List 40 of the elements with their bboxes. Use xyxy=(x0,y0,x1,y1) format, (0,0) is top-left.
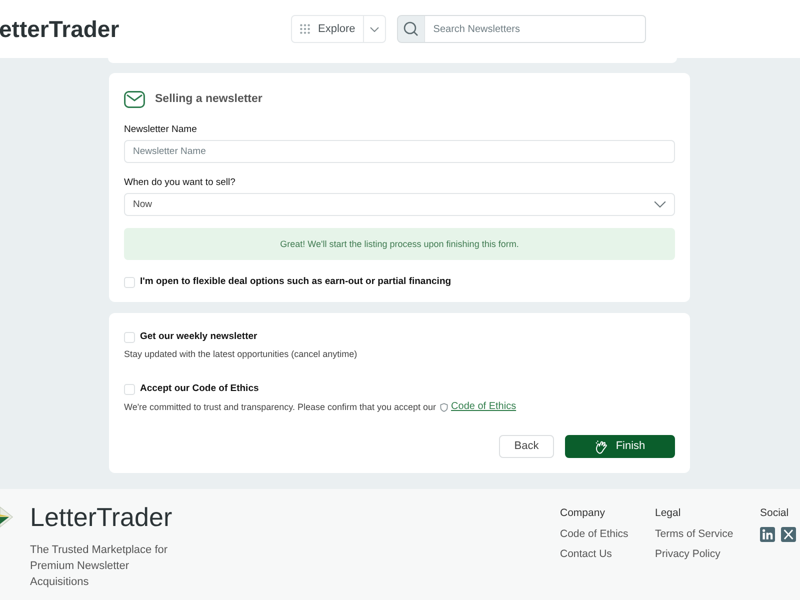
search-icon xyxy=(397,15,426,43)
text-input[interactable]: Newsletter Name xyxy=(124,140,675,163)
logo-icon xyxy=(0,506,13,528)
search-field[interactable]: Search Newsletters xyxy=(425,15,646,43)
logo-text[interactable]: etterTrader xyxy=(0,18,291,40)
footer-link[interactable]: Contact Us xyxy=(560,544,655,564)
chevron-down-icon xyxy=(654,201,666,208)
checkbox[interactable] xyxy=(124,332,135,342)
hand-icon xyxy=(594,440,608,454)
checkbox[interactable] xyxy=(124,276,135,288)
footer-link[interactable]: Code of Ethics xyxy=(560,524,655,544)
chevron-down-icon xyxy=(370,26,380,32)
shield-icon xyxy=(440,402,448,412)
column-heading: Social xyxy=(760,506,790,520)
checkbox-label: Get our weekly newsletter xyxy=(140,331,258,343)
checkbox-label: I'm open to flexible deal options such as earn-out or partial financing xyxy=(140,276,452,288)
card-title: Selling a newsletter xyxy=(155,92,262,107)
field-label: Newsletter Name xyxy=(124,124,198,136)
checkbox-label: Accept our Code of Ethics xyxy=(140,383,259,395)
column-heading: Company xyxy=(560,506,606,520)
linkedin-icon[interactable] xyxy=(760,527,775,542)
description-text: Stay updated with the latest opportunities (cancel anytime) xyxy=(124,348,358,360)
select-field[interactable]: Now xyxy=(124,193,675,216)
tagline-text: The Trusted Marketplace for Premium Newsletter Acquisitions xyxy=(30,543,169,590)
envelope-icon xyxy=(124,91,145,108)
info-notice: Great! We'll start the listing process upon finishing this form. xyxy=(124,228,675,260)
field-label: When do you want to sell? xyxy=(124,177,236,189)
dropdown-button[interactable] xyxy=(363,15,386,43)
column-heading: Legal xyxy=(655,506,682,520)
back-button[interactable]: Back xyxy=(499,435,554,458)
footer-link[interactable]: Terms of Service xyxy=(655,524,760,544)
explore-button[interactable]: Explore xyxy=(291,15,364,43)
description-text: We're committed to trust and transparency. Please confirm that you accept our xyxy=(124,401,436,413)
footer-link[interactable]: Privacy Policy xyxy=(655,544,760,564)
grid-icon xyxy=(300,24,310,34)
checkbox[interactable] xyxy=(124,384,135,394)
logo-text[interactable]: LetterTrader xyxy=(30,505,172,529)
submit-button[interactable]: Finish xyxy=(565,435,675,458)
x-logo-icon[interactable] xyxy=(781,527,796,542)
inline-link[interactable]: Code of Ethics xyxy=(451,401,516,413)
